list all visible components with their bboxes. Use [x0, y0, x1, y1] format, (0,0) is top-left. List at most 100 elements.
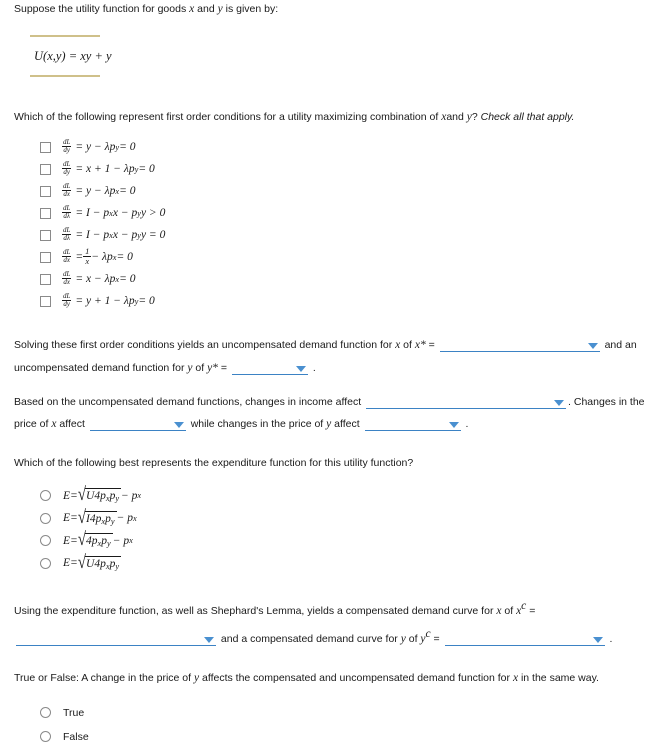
foc-option-1[interactable]: dL dy = y − λp y = 0: [0, 136, 665, 158]
radicand-sub-2: y: [110, 516, 115, 526]
expenditure-option-4[interactable]: E = √ U4pxpy: [0, 552, 665, 575]
radical-sign-icon: √: [77, 552, 87, 573]
equation-tail: − λp: [91, 251, 113, 264]
intro-text: Suppose the utility function for goods x…: [0, 0, 665, 18]
foc-option-6[interactable]: dL dx = 1x − λp x = 0: [0, 246, 665, 268]
utility-formula-block: U(x,y) = xy + y: [30, 34, 112, 77]
foc-equation-6: dL dx = 1x − λp x = 0: [62, 246, 133, 268]
fraction-numerator: dL: [63, 247, 71, 256]
fraction-numerator: dL: [63, 181, 71, 190]
fraction-denominator: dx: [62, 189, 71, 198]
derivative-fraction: dL dλ: [62, 226, 71, 243]
foc-option-5[interactable]: dL dλ = I − pxx − pyy = 0: [0, 224, 665, 246]
expenditure-option-2[interactable]: E = √ I4pxpy − px: [0, 507, 665, 530]
dropdown-income-effect[interactable]: [366, 396, 567, 410]
quiz-page: Suppose the utility function for goods x…: [0, 0, 665, 749]
equation-rhs: = I − p: [75, 207, 110, 220]
true-false-option-list: True False: [0, 701, 665, 749]
fraction-denominator: dx: [62, 255, 71, 264]
foc-equation-3: dL dx = y − λp x = 0: [62, 181, 136, 200]
expenditure-option-1[interactable]: E = √ U4pxpy − px: [0, 485, 665, 508]
checkbox-foc-4[interactable]: [40, 207, 51, 219]
fraction-numerator: dL: [63, 291, 71, 300]
checkbox-foc-5[interactable]: [40, 229, 51, 241]
fraction-numerator: dL: [63, 159, 71, 168]
intro-text-post: is given by:: [222, 3, 279, 15]
tf-text-3: in the same way.: [518, 671, 599, 684]
demand-eq-2: =: [217, 362, 230, 375]
equation-operator: =: [70, 489, 78, 502]
income-text-1: Based on the uncompensated demand functi…: [14, 396, 365, 409]
radio-expenditure-3[interactable]: [40, 535, 51, 547]
income-text-5: affect: [331, 418, 363, 431]
equation-lhs: E: [63, 512, 71, 525]
equation-tail: = 0: [119, 185, 136, 198]
false-label: False: [63, 730, 89, 743]
radicand-body: 4p: [94, 557, 106, 570]
dropdown-x-star[interactable]: [439, 339, 600, 353]
radio-expenditure-4[interactable]: [40, 557, 51, 569]
dropdown-compensated-y[interactable]: [444, 633, 605, 646]
equation-tail-2: = 0: [116, 251, 133, 264]
foc-option-7[interactable]: dL dx = x − λp x = 0: [0, 268, 665, 290]
true-false-option-false[interactable]: False: [0, 725, 665, 749]
chevron-down-icon: [204, 636, 214, 643]
shephard-period: .: [606, 632, 613, 645]
foc-equation-4: dL dλ = I − pxx − pyy > 0: [62, 203, 166, 222]
radicand: 4pxpy: [85, 533, 113, 548]
foc-equation-1: dL dy = y − λp y = 0: [62, 138, 136, 156]
radical-sign-icon: √: [77, 507, 87, 528]
radio-true[interactable]: [40, 707, 51, 719]
expenditure-equation-2: E = √ I4pxpy − px: [63, 507, 137, 528]
fraction-denominator: dx: [62, 277, 71, 286]
checkbox-foc-7[interactable]: [40, 273, 51, 285]
dropdown-price-x-effect[interactable]: [89, 418, 186, 432]
equation-suffix-sub: x: [137, 491, 142, 501]
equation-tail: = 0: [138, 295, 155, 308]
true-label: True: [63, 706, 85, 719]
foc-option-4[interactable]: dL dλ = I − pxx − pyy > 0: [0, 202, 665, 224]
equation-tail: = 0: [119, 141, 136, 154]
demand-period: .: [309, 362, 316, 375]
expenditure-equation-4: E = √ U4pxpy: [63, 552, 122, 573]
checkbox-foc-2[interactable]: [40, 163, 51, 175]
dropdown-compensated-x[interactable]: [16, 633, 216, 646]
foc-option-8[interactable]: dL dy = y + 1 − λp y = 0: [0, 290, 665, 312]
equation-tail: x − p: [112, 207, 138, 220]
demand-eq-1: =: [425, 339, 438, 352]
demand-ystar: y*: [207, 362, 218, 375]
radical-sign-icon: √: [77, 485, 87, 506]
radicand-body: 4p: [86, 535, 98, 548]
radicand: U4pxpy: [85, 488, 122, 503]
foc-option-2[interactable]: dL dy = x + 1 − λp y = 0: [0, 158, 665, 180]
radio-expenditure-2[interactable]: [40, 512, 51, 524]
fraction-numerator: dL: [63, 203, 71, 212]
equation-tail: x − p: [112, 229, 138, 242]
radical-sign-icon: √: [77, 530, 87, 551]
equation-tail: = 0: [138, 163, 155, 176]
foc-option-list: dL dy = y − λp y = 0 dL dy = x + 1 − λp y …: [0, 136, 665, 312]
fraction-denominator: dy: [62, 167, 71, 176]
inverse-fraction: 1x: [83, 246, 92, 267]
equation-lhs: E: [63, 489, 71, 502]
radio-false[interactable]: [40, 731, 51, 743]
radicand-sub-2: y: [107, 539, 111, 549]
foc-equation-8: dL dy = y + 1 − λp y = 0: [62, 291, 155, 310]
foc-question-mid: and: [446, 110, 467, 123]
derivative-fraction: dL dy: [62, 138, 71, 155]
dropdown-y-star[interactable]: [231, 362, 308, 376]
foc-option-3[interactable]: dL dx = y − λp x = 0: [0, 180, 665, 202]
equation-suffix: − p: [116, 512, 133, 525]
radio-expenditure-1[interactable]: [40, 490, 51, 502]
true-false-option-true[interactable]: True: [0, 701, 665, 725]
expenditure-option-3[interactable]: E = √ 4pxpy − px: [0, 530, 665, 553]
dropdown-price-y-effect[interactable]: [364, 418, 461, 432]
tf-text-1: True or False: A change in the price of: [14, 671, 194, 684]
expenditure-equation-3: E = √ 4pxpy − px: [63, 530, 133, 551]
checkbox-foc-6[interactable]: [40, 251, 51, 263]
expenditure-equation-1: E = √ U4pxpy − px: [63, 485, 142, 506]
checkbox-foc-8[interactable]: [40, 295, 51, 307]
checkbox-foc-1[interactable]: [40, 141, 51, 153]
equation-tail-2: y > 0: [140, 207, 166, 220]
checkbox-foc-3[interactable]: [40, 185, 51, 197]
